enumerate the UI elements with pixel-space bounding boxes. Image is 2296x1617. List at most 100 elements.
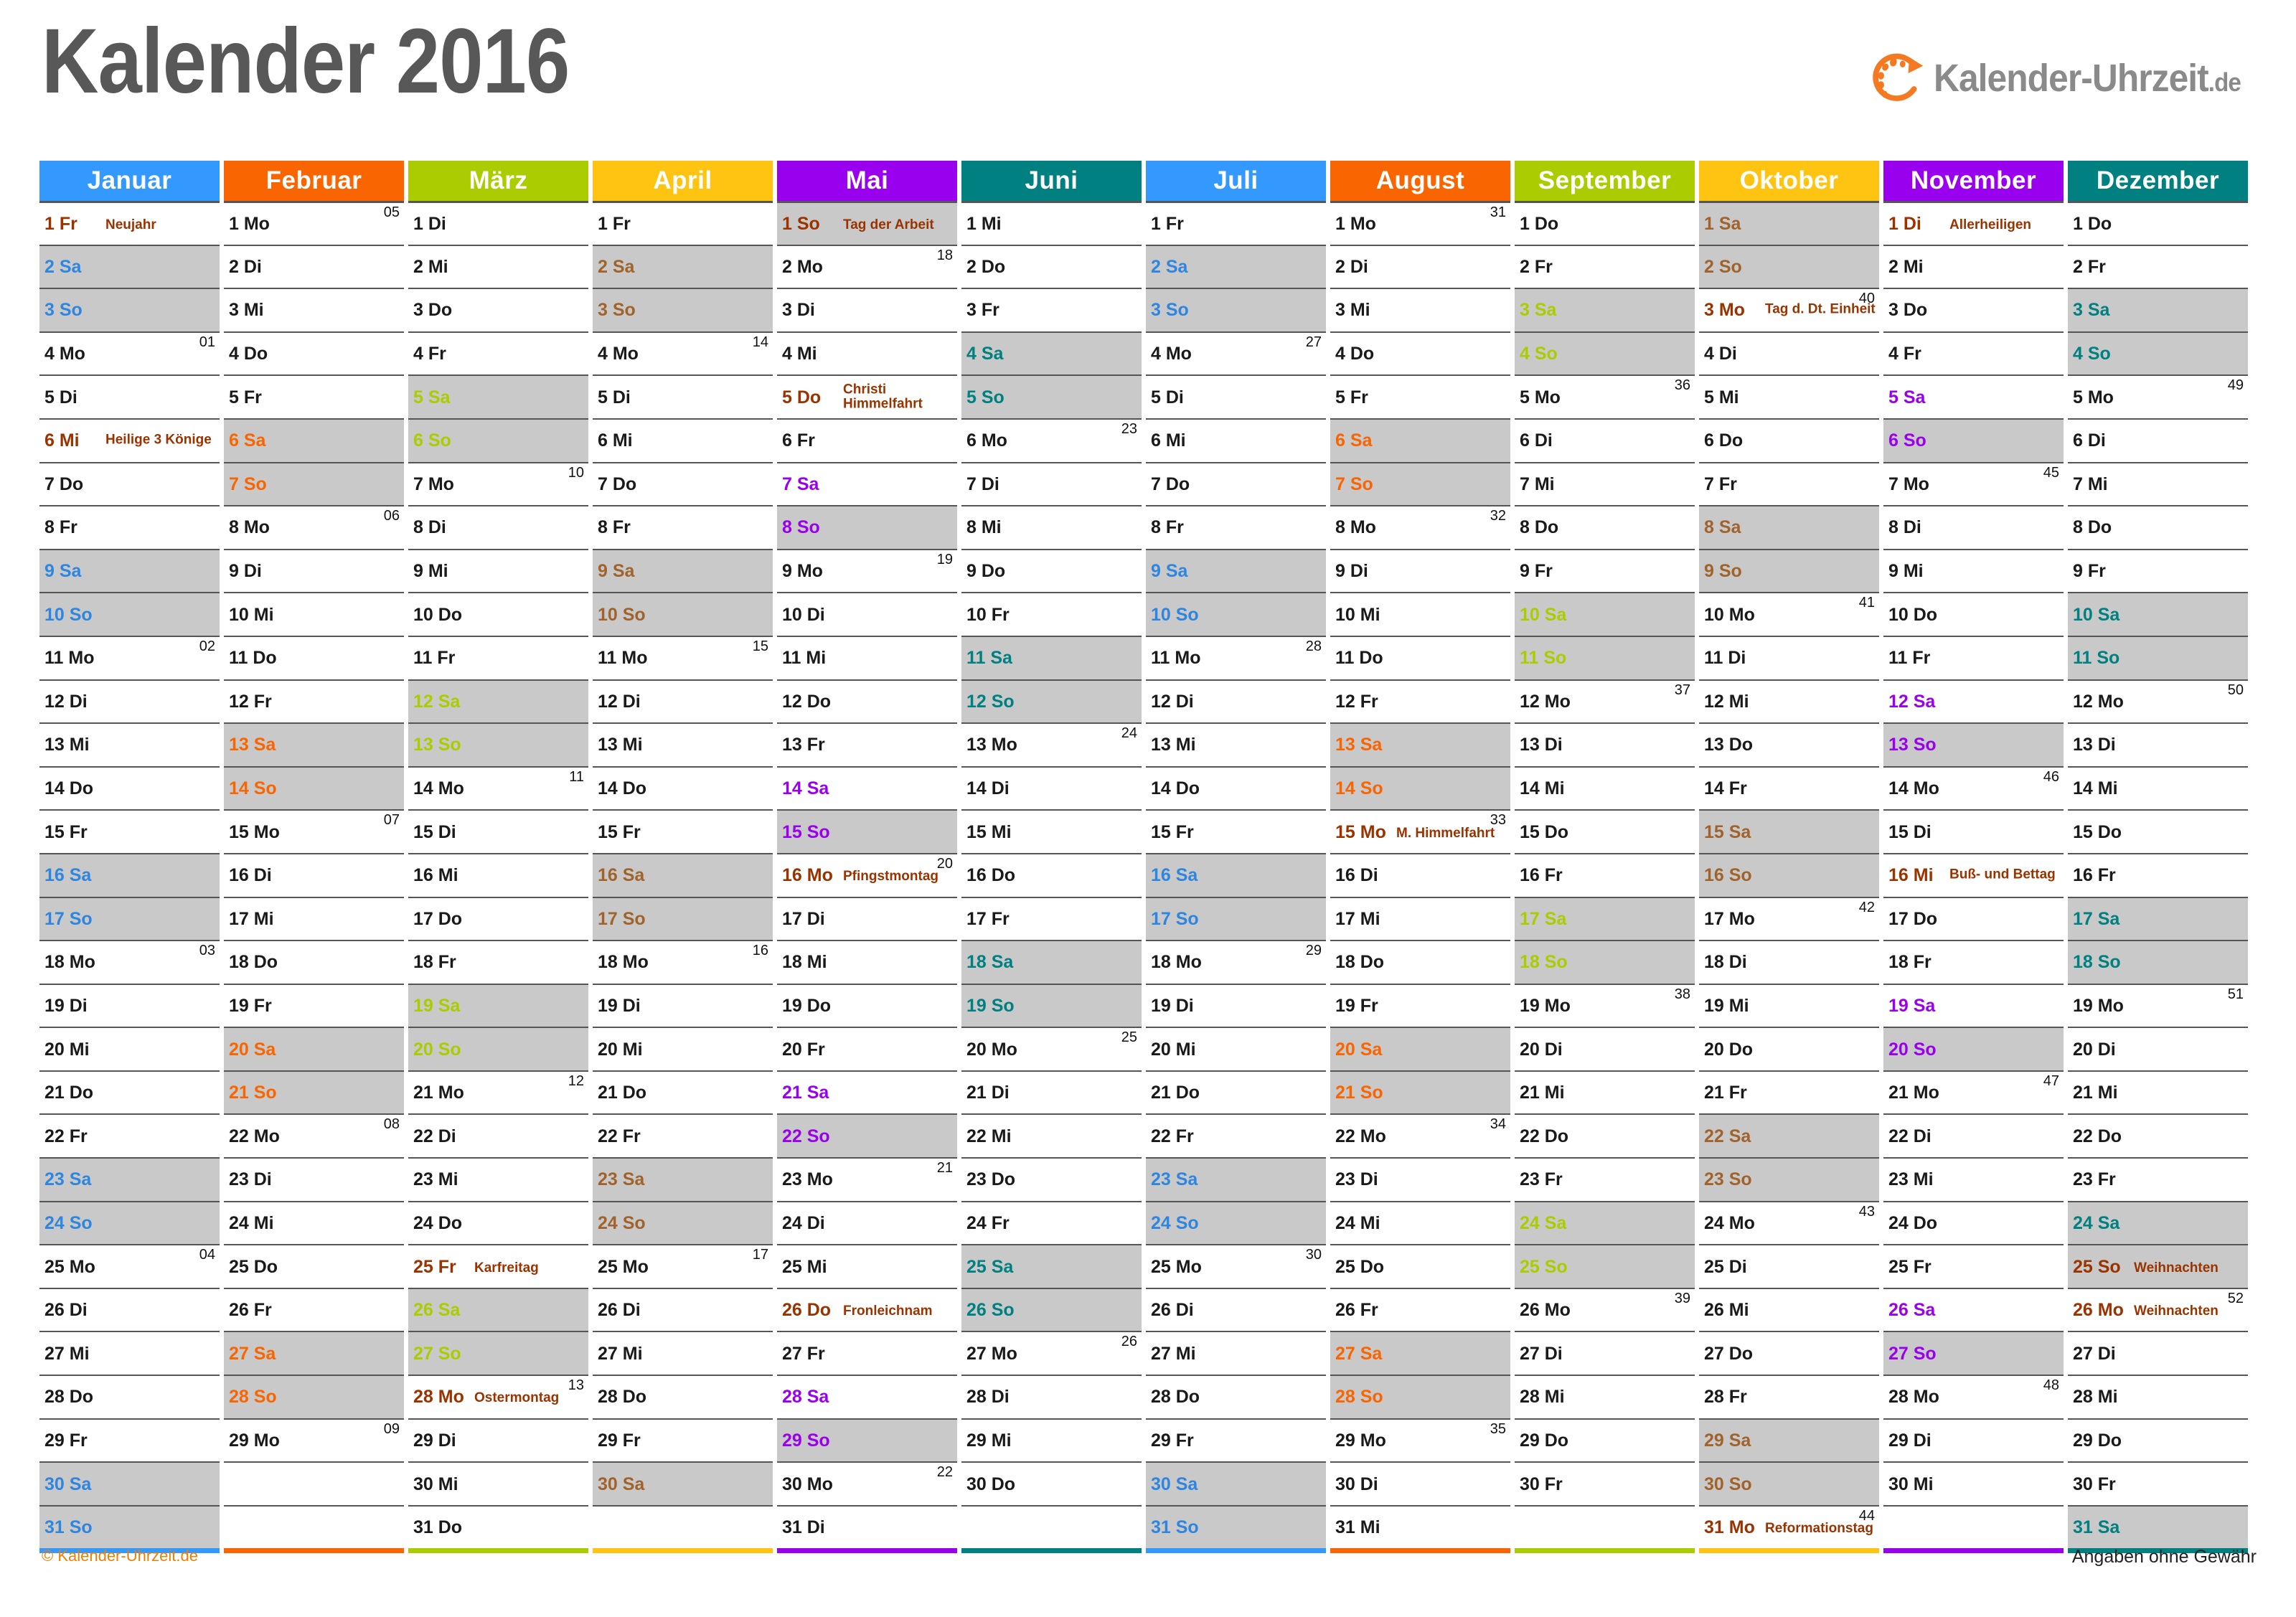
month-header-juli[interactable]: Juli: [1146, 161, 1326, 201]
day-row[interactable]: 17 Do: [1883, 896, 2064, 940]
day-row[interactable]: 23 Fr: [2068, 1157, 2248, 1201]
day-row[interactable]: 23 Sa: [1146, 1157, 1326, 1201]
day-row[interactable]: 2 Di: [1330, 244, 1510, 288]
day-row[interactable]: 4 Di: [1699, 331, 1879, 375]
day-row[interactable]: 3 So: [1146, 288, 1326, 331]
day-row[interactable]: 17 Fr: [961, 896, 1142, 940]
day-row[interactable]: 1 Do: [2068, 201, 2248, 245]
day-row[interactable]: 20 So: [408, 1027, 588, 1070]
day-row[interactable]: 18 Mo 29: [1146, 940, 1326, 984]
day-row[interactable]: 12 Sa: [1883, 679, 2064, 723]
day-row[interactable]: 28 Do: [593, 1375, 773, 1418]
day-row[interactable]: 9 Fr: [1515, 548, 1695, 593]
day-row[interactable]: 16 Sa: [593, 852, 773, 897]
day-row[interactable]: 16 Do: [961, 852, 1142, 897]
day-row[interactable]: 4 Sa: [961, 331, 1142, 375]
day-row[interactable]: 12 Di: [39, 679, 220, 723]
day-row[interactable]: 19 So: [961, 983, 1142, 1027]
day-row[interactable]: 25 So Weihnachten: [2068, 1244, 2248, 1288]
day-row[interactable]: 3 Fr: [961, 288, 1142, 331]
day-row[interactable]: 26 Fr: [224, 1287, 404, 1331]
day-row[interactable]: 6 Mo 23: [961, 418, 1142, 462]
day-row[interactable]: 10 Mi: [224, 592, 404, 636]
day-row[interactable]: 25 Mo 30: [1146, 1244, 1326, 1288]
day-row[interactable]: 1 Fr Neujahr: [39, 201, 220, 245]
day-row[interactable]: 27 Mi: [1146, 1331, 1326, 1375]
day-row[interactable]: 14 Mo 46: [1883, 765, 2064, 810]
day-row[interactable]: 21 Di: [961, 1070, 1142, 1114]
day-row[interactable]: 25 Mo 17: [593, 1244, 773, 1288]
day-row[interactable]: 22 Do: [2068, 1113, 2248, 1157]
day-row[interactable]: 30 So: [1699, 1461, 1879, 1505]
day-row[interactable]: 12 Mo 37: [1515, 679, 1695, 723]
day-row[interactable]: 20 Mi: [593, 1027, 773, 1070]
day-row[interactable]: 2 Mo 18: [777, 244, 957, 288]
day-row[interactable]: 10 Sa: [2068, 592, 2248, 636]
day-row[interactable]: 26 Sa: [408, 1287, 588, 1331]
day-row[interactable]: 12 Mi: [1699, 679, 1879, 723]
day-row[interactable]: 29 Do: [1515, 1418, 1695, 1462]
day-row[interactable]: 12 Di: [593, 679, 773, 723]
day-row[interactable]: 15 Mi: [961, 809, 1142, 853]
day-row[interactable]: 9 Di: [1330, 548, 1510, 593]
day-row[interactable]: 11 So: [2068, 635, 2248, 679]
month-header-mai[interactable]: Mai: [777, 161, 957, 201]
day-row[interactable]: 15 Di: [1883, 809, 2064, 853]
day-row[interactable]: 14 So: [1330, 765, 1510, 810]
day-row[interactable]: 21 Mi: [2068, 1070, 2248, 1114]
day-row[interactable]: 2 Mi: [408, 244, 588, 288]
day-row[interactable]: 26 Di: [593, 1287, 773, 1331]
day-row[interactable]: 27 So: [408, 1331, 588, 1375]
day-row[interactable]: 6 Sa: [224, 418, 404, 462]
day-row[interactable]: 3 So: [593, 288, 773, 331]
month-header-oktober[interactable]: Oktober: [1699, 161, 1879, 201]
day-row[interactable]: 1 Fr: [593, 201, 773, 245]
day-row[interactable]: 24 So: [39, 1200, 220, 1245]
day-row[interactable]: 23 Di: [1330, 1157, 1510, 1201]
day-row[interactable]: 10 So: [39, 592, 220, 636]
day-row[interactable]: 11 Fr: [1883, 635, 2064, 679]
day-row[interactable]: 6 Fr: [777, 418, 957, 462]
day-row[interactable]: 15 Do: [1515, 809, 1695, 853]
day-row[interactable]: 14 So: [224, 765, 404, 810]
day-row[interactable]: 19 Sa: [1883, 983, 2064, 1027]
day-row[interactable]: 28 Fr: [1699, 1375, 1879, 1418]
day-row[interactable]: 31 So: [39, 1504, 220, 1549]
day-row[interactable]: 18 Mo 03: [39, 940, 220, 984]
month-header-märz[interactable]: März: [408, 161, 588, 201]
day-row[interactable]: 4 Mi: [777, 331, 957, 375]
day-row[interactable]: 7 So: [1330, 461, 1510, 506]
day-row[interactable]: 20 Mi: [1146, 1027, 1326, 1070]
day-row[interactable]: 14 Mi: [1515, 765, 1695, 810]
day-row[interactable]: 8 Fr: [39, 505, 220, 549]
day-row[interactable]: 20 Sa: [224, 1027, 404, 1070]
day-row[interactable]: 18 Sa: [961, 940, 1142, 984]
day-row[interactable]: 20 Di: [2068, 1027, 2248, 1070]
day-row[interactable]: 19 Do: [777, 983, 957, 1027]
day-row[interactable]: 25 Di: [1699, 1244, 1879, 1288]
day-row[interactable]: 11 Mo 02: [39, 635, 220, 679]
day-row[interactable]: 11 Do: [1330, 635, 1510, 679]
day-row[interactable]: 12 So: [961, 679, 1142, 723]
day-row[interactable]: 4 Do: [224, 331, 404, 375]
day-row[interactable]: 18 Mi: [777, 940, 957, 984]
day-row[interactable]: 13 So: [408, 722, 588, 766]
day-row[interactable]: 11 Sa: [961, 635, 1142, 679]
day-row[interactable]: 7 Mi: [2068, 461, 2248, 506]
day-row[interactable]: 17 So: [1146, 896, 1326, 940]
day-row[interactable]: 22 Mi: [961, 1113, 1142, 1157]
day-row[interactable]: 3 Di: [777, 288, 957, 331]
day-row[interactable]: 22 Mo 34: [1330, 1113, 1510, 1157]
day-row[interactable]: 30 Sa: [39, 1461, 220, 1505]
day-row[interactable]: 23 Do: [961, 1157, 1142, 1201]
day-row[interactable]: 2 Di: [224, 244, 404, 288]
month-header-juni[interactable]: Juni: [961, 161, 1142, 201]
day-row[interactable]: 1 Mo 31: [1330, 201, 1510, 245]
day-row[interactable]: 17 Sa: [2068, 896, 2248, 940]
day-row[interactable]: 26 Di: [39, 1287, 220, 1331]
day-row[interactable]: 18 So: [1515, 940, 1695, 984]
day-row[interactable]: 14 Do: [39, 765, 220, 810]
day-row[interactable]: 29 Di: [408, 1418, 588, 1462]
day-row[interactable]: 3 So: [39, 288, 220, 331]
day-row[interactable]: 2 Fr: [1515, 244, 1695, 288]
